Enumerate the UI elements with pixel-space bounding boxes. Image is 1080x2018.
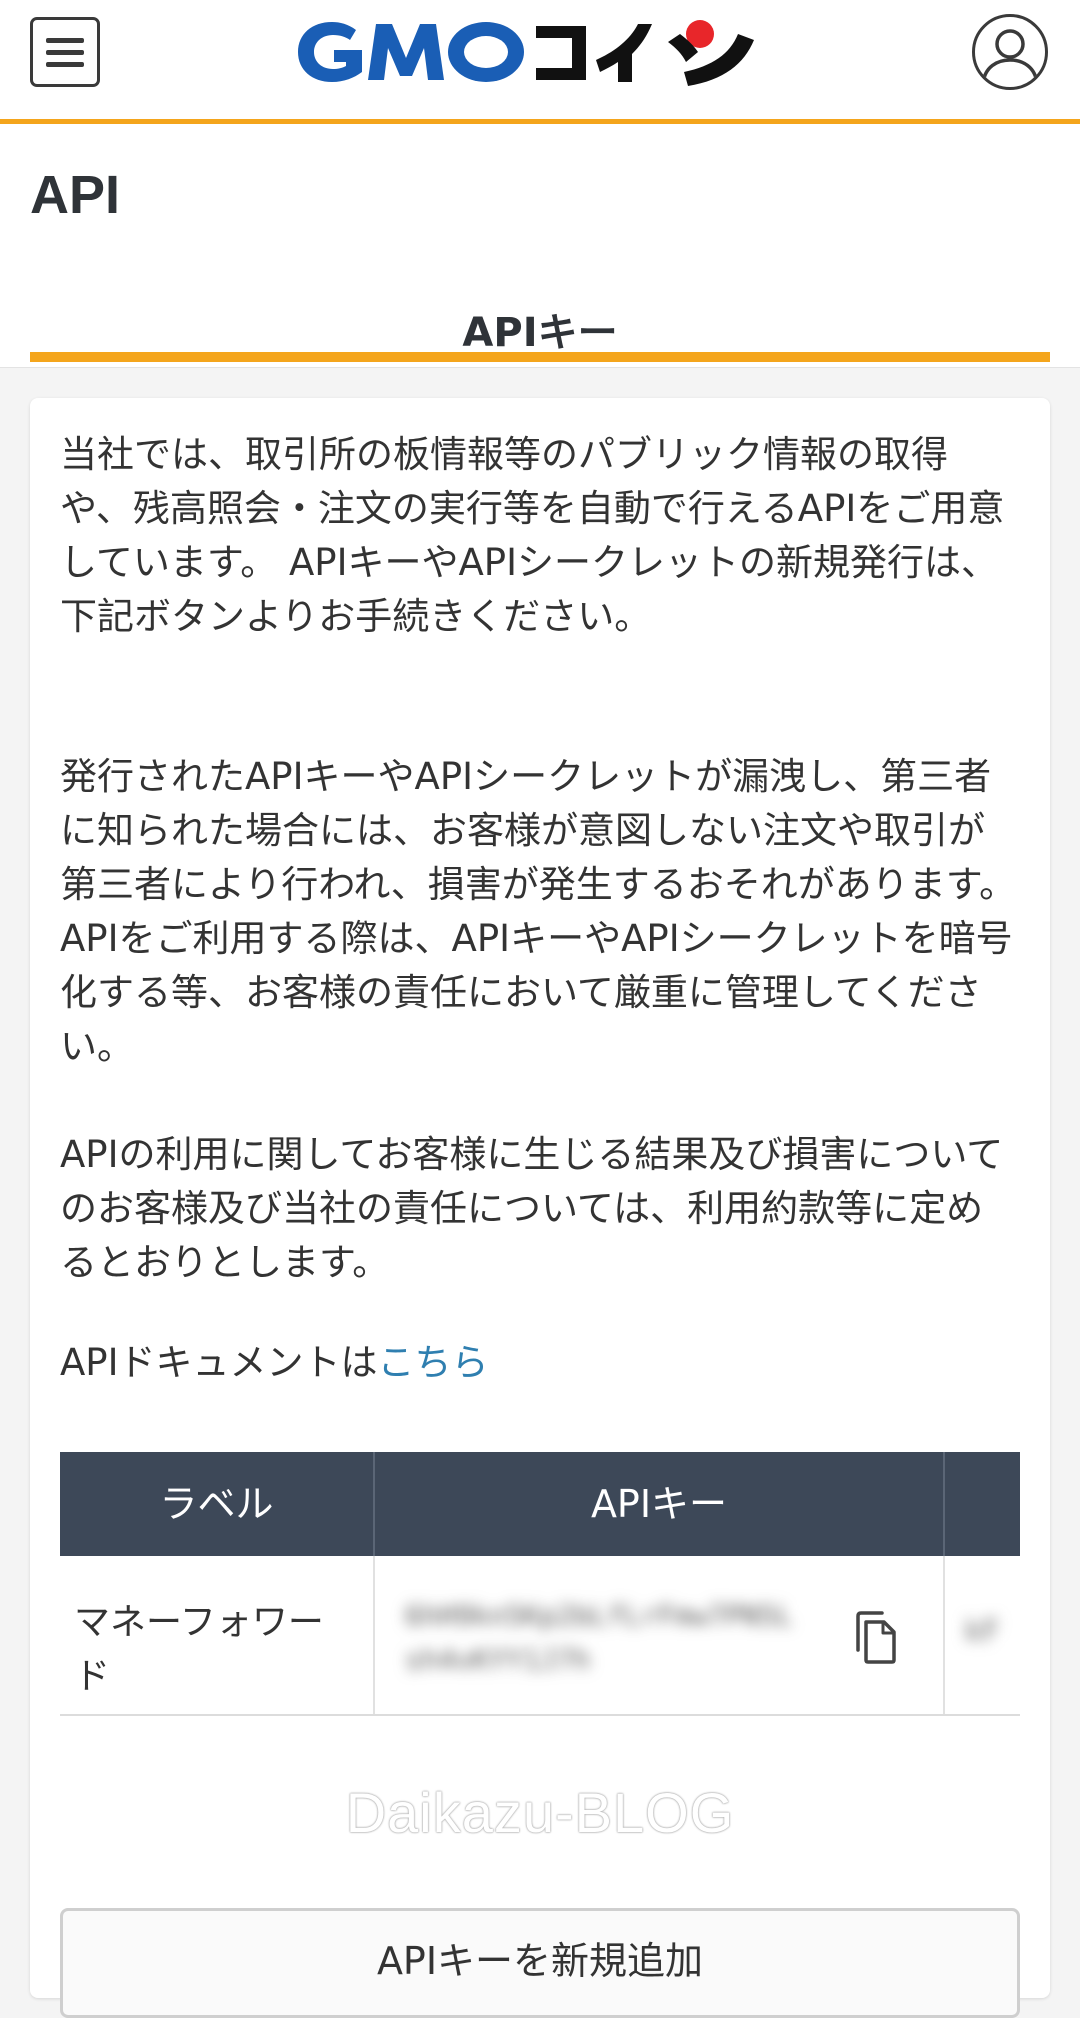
- gmo-coin-logo[interactable]: [296, 14, 782, 90]
- row-label-text: マネーフォワード: [74, 1602, 324, 1697]
- cell-api-key: 6hH9kn5Kp2bLfLrFmw7PN5Lsh4vKYY1J7h: [375, 1556, 945, 1714]
- table-header: ラベル APIキー: [60, 1452, 1020, 1556]
- api-key-table: ラベル APIキー マネーフォワード 6hH9kn5Kp2bLfLrFmw7PN…: [60, 1452, 1020, 1722]
- add-api-key-button[interactable]: APIキーを新規追加: [60, 1908, 1020, 2018]
- description-paragraph-3: APIの利用に関してお客様に生じる結果及び損害についてのお客様及び当社の責任につ…: [60, 1133, 1004, 1284]
- api-document-prefix: APIドキュメントは: [60, 1341, 378, 1384]
- cell-label: マネーフォワード: [60, 1556, 375, 1714]
- column-header-api-key: APIキー: [375, 1452, 945, 1556]
- page-title: API: [30, 165, 121, 225]
- watermark: Daikazu-BLOG: [345, 1781, 735, 1844]
- secret-value: kF: [965, 1614, 1000, 1649]
- description-paragraph-1: 当社では、取引所の板情報等のパブリック情報の取得や、残高照会・注文の実行等を自動…: [60, 433, 1005, 638]
- column-header-secret: [945, 1452, 1020, 1556]
- app-header: [0, 0, 1080, 124]
- copy-icon[interactable]: [852, 1610, 900, 1664]
- hamburger-menu-icon[interactable]: [30, 17, 100, 87]
- api-document-line: APIドキュメントはこちら: [60, 1336, 1020, 1390]
- column-header-label: ラベル: [60, 1452, 375, 1556]
- tab-api-key[interactable]: APIキー: [30, 276, 1050, 362]
- page-title-area: API APIキー: [0, 124, 1080, 368]
- api-key-value: 6hH9kn5Kp2bLfLrFmw7PN5Lsh4vKYY1J7h: [405, 1599, 793, 1676]
- table-row: マネーフォワード 6hH9kn5Kp2bLfLrFmw7PN5Lsh4vKYY1…: [60, 1556, 1020, 1716]
- user-account-icon[interactable]: [972, 14, 1048, 90]
- api-info-card: 当社では、取引所の板情報等のパブリック情報の取得や、残高照会・注文の実行等を自動…: [30, 398, 1050, 2018]
- api-document-link[interactable]: こちら: [378, 1341, 489, 1384]
- cell-secret: kF: [945, 1556, 1020, 1714]
- description-paragraph-2: 発行されたAPIキーやAPIシークレットが漏洩し、第三者に知られた場合には、お客…: [60, 755, 1017, 1068]
- tab-api-key-label: APIキー: [462, 310, 618, 356]
